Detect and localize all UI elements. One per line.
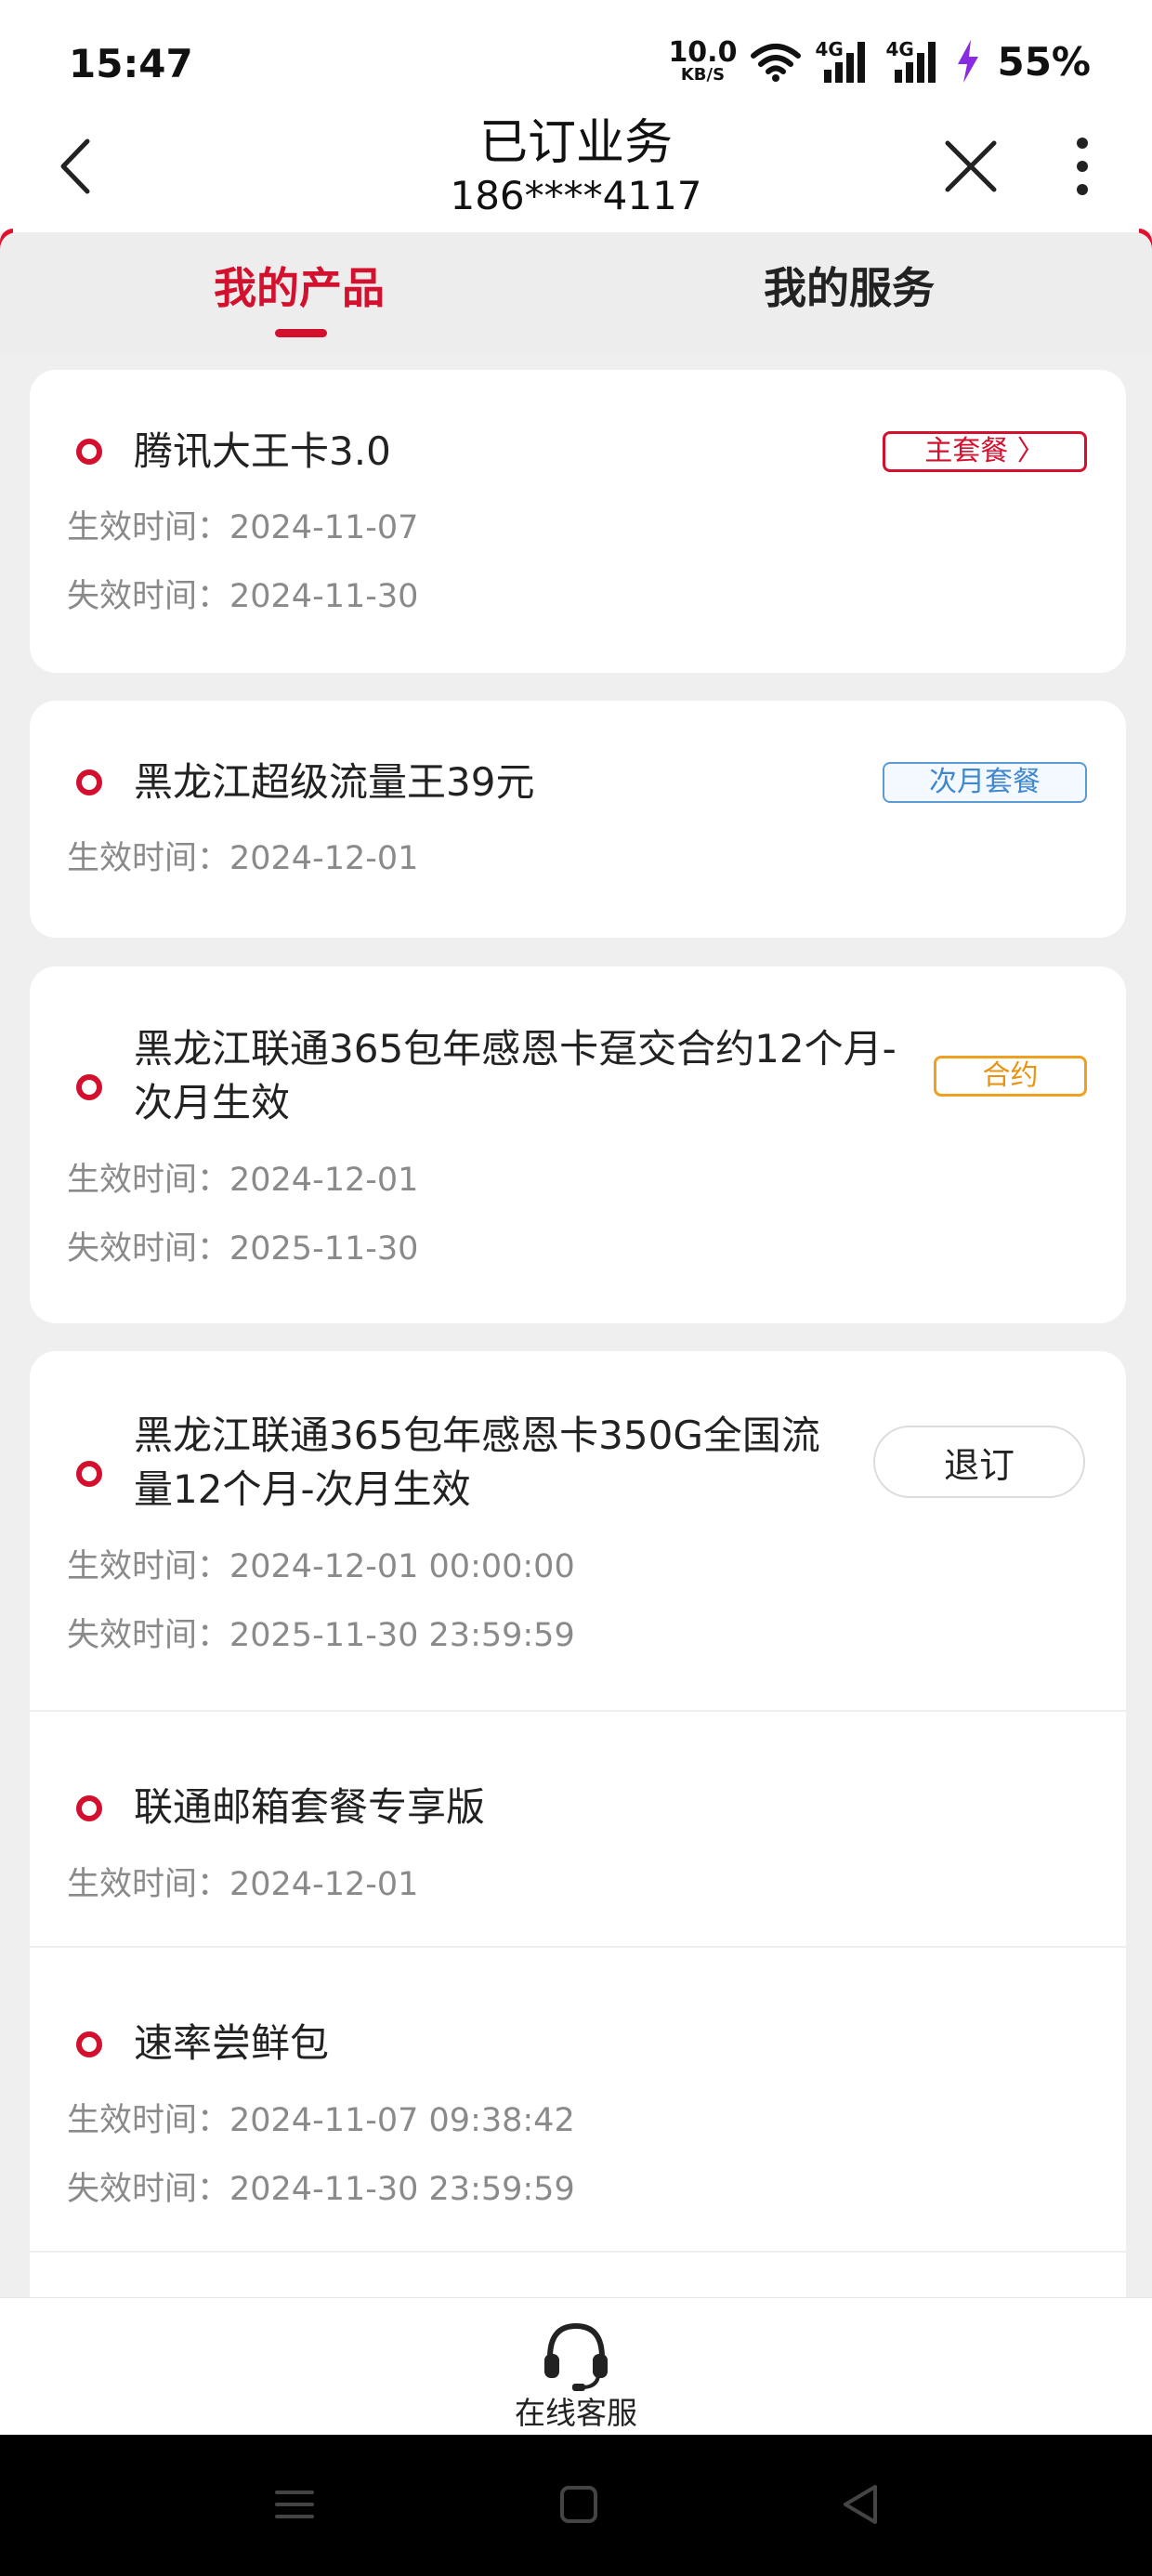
expiry-date: 失效时间：2025-11-30 23:59:59 xyxy=(67,1617,575,1654)
next-month-plan-tag: 次月套餐 xyxy=(883,762,1087,803)
bullet-icon xyxy=(76,2031,102,2057)
wifi-icon xyxy=(751,44,802,82)
main-plan-tag[interactable]: 主套餐 〉 xyxy=(883,431,1087,472)
effective-date: 生效时间：2024-11-07 09:38:42 xyxy=(67,2102,575,2139)
page: 15:47 10.0 KB/S 4G 4G 55% 已订业务 186****41… xyxy=(0,0,1152,2576)
product-name-line2: 次月生效 xyxy=(134,1080,291,1125)
bullet-icon xyxy=(76,769,102,795)
network-speed: 10.0 KB/S xyxy=(668,39,737,84)
signal-bars-icon xyxy=(824,42,866,83)
close-icon[interactable] xyxy=(938,134,1003,199)
expiry-date: 失效时间：2025-11-30 xyxy=(67,1230,419,1268)
battery-level: 55% xyxy=(997,38,1091,85)
effective-date: 生效时间：2024-12-01 xyxy=(67,840,419,877)
effective-date: 生效时间：2024-12-01 xyxy=(67,1162,419,1199)
status-bar: 15:47 10.0 KB/S 4G 4G 55% xyxy=(0,0,1152,112)
product-list-card: 黑龙江联通365包年感恩卡350G全国流 量12个月-次月生效 退订 生效时间：… xyxy=(30,1351,1126,2336)
status-icons: 10.0 KB/S 4G 4G 55% xyxy=(668,37,1091,85)
more-vertical-icon[interactable] xyxy=(1064,134,1101,199)
header: 已订业务 186****4117 xyxy=(0,112,1152,232)
home-icon[interactable] xyxy=(556,2481,602,2528)
tab-my-services[interactable]: 我的服务 xyxy=(764,260,935,316)
product-card[interactable]: 黑龙江超级流量王39元 次月套餐 生效时间：2024-12-01 xyxy=(30,701,1126,938)
product-name: 黑龙江超级流量王39元 xyxy=(134,759,535,805)
tab-bar: 我的产品 我的服务 xyxy=(0,232,1152,353)
effective-date: 生效时间：2024-12-01 xyxy=(67,1866,419,1903)
effective-date: 生效时间：2024-11-07 xyxy=(67,509,419,546)
product-name: 联通邮箱套餐专享版 xyxy=(134,1784,486,1830)
product-name: 速率尝鲜包 xyxy=(134,2020,330,2066)
item-divider xyxy=(30,1710,1126,1712)
product-name-line1: 黑龙江联通365包年感恩卡350G全国流 xyxy=(134,1413,820,1458)
network-speed-unit: KB/S xyxy=(680,65,726,85)
signal-bars-icon xyxy=(895,42,936,83)
product-card[interactable]: 黑龙江联通365包年感恩卡趸交合约12个月- 次月生效 合约 生效时间：2024… xyxy=(30,966,1126,1323)
effective-date: 生效时间：2024-12-01 00:00:00 xyxy=(67,1548,575,1585)
expiry-date: 失效时间：2024-11-30 23:59:59 xyxy=(67,2171,575,2208)
product-name: 腾讯大王卡3.0 xyxy=(134,428,391,474)
system-nav-bar xyxy=(0,2435,1152,2576)
charging-bolt-icon xyxy=(958,40,979,83)
bullet-icon xyxy=(76,1795,102,1821)
bullet-icon xyxy=(76,1461,102,1487)
expiry-date: 失效时间：2024-11-30 xyxy=(67,578,419,615)
network-speed-value: 10.0 xyxy=(668,36,738,69)
tab-my-products[interactable]: 我的产品 xyxy=(214,260,385,316)
contract-tag: 合约 xyxy=(934,1056,1087,1097)
back-icon[interactable] xyxy=(838,2481,884,2528)
item-divider xyxy=(30,2251,1126,2253)
product-card[interactable]: 腾讯大王卡3.0 主套餐 〉 生效时间：2024-11-07 失效时间：2024… xyxy=(30,370,1126,673)
customer-service-label[interactable]: 在线客服 xyxy=(0,2395,1152,2432)
signal-2: 4G xyxy=(885,38,943,85)
product-name-line1: 黑龙江联通365包年感恩卡趸交合约12个月- xyxy=(134,1026,897,1071)
headset-icon[interactable] xyxy=(541,2319,611,2393)
item-divider xyxy=(30,1946,1126,1948)
bullet-icon xyxy=(76,1074,102,1100)
status-time: 15:47 xyxy=(69,41,193,86)
product-name-line2: 量12个月-次月生效 xyxy=(134,1466,471,1512)
signal-1: 4G xyxy=(815,38,872,85)
active-tab-indicator xyxy=(275,329,327,337)
bullet-icon xyxy=(76,439,102,465)
menu-icon[interactable] xyxy=(271,2481,318,2528)
bottom-bar: 在线客服 xyxy=(0,2297,1152,2435)
unsubscribe-button[interactable]: 退订 xyxy=(873,1426,1085,1498)
